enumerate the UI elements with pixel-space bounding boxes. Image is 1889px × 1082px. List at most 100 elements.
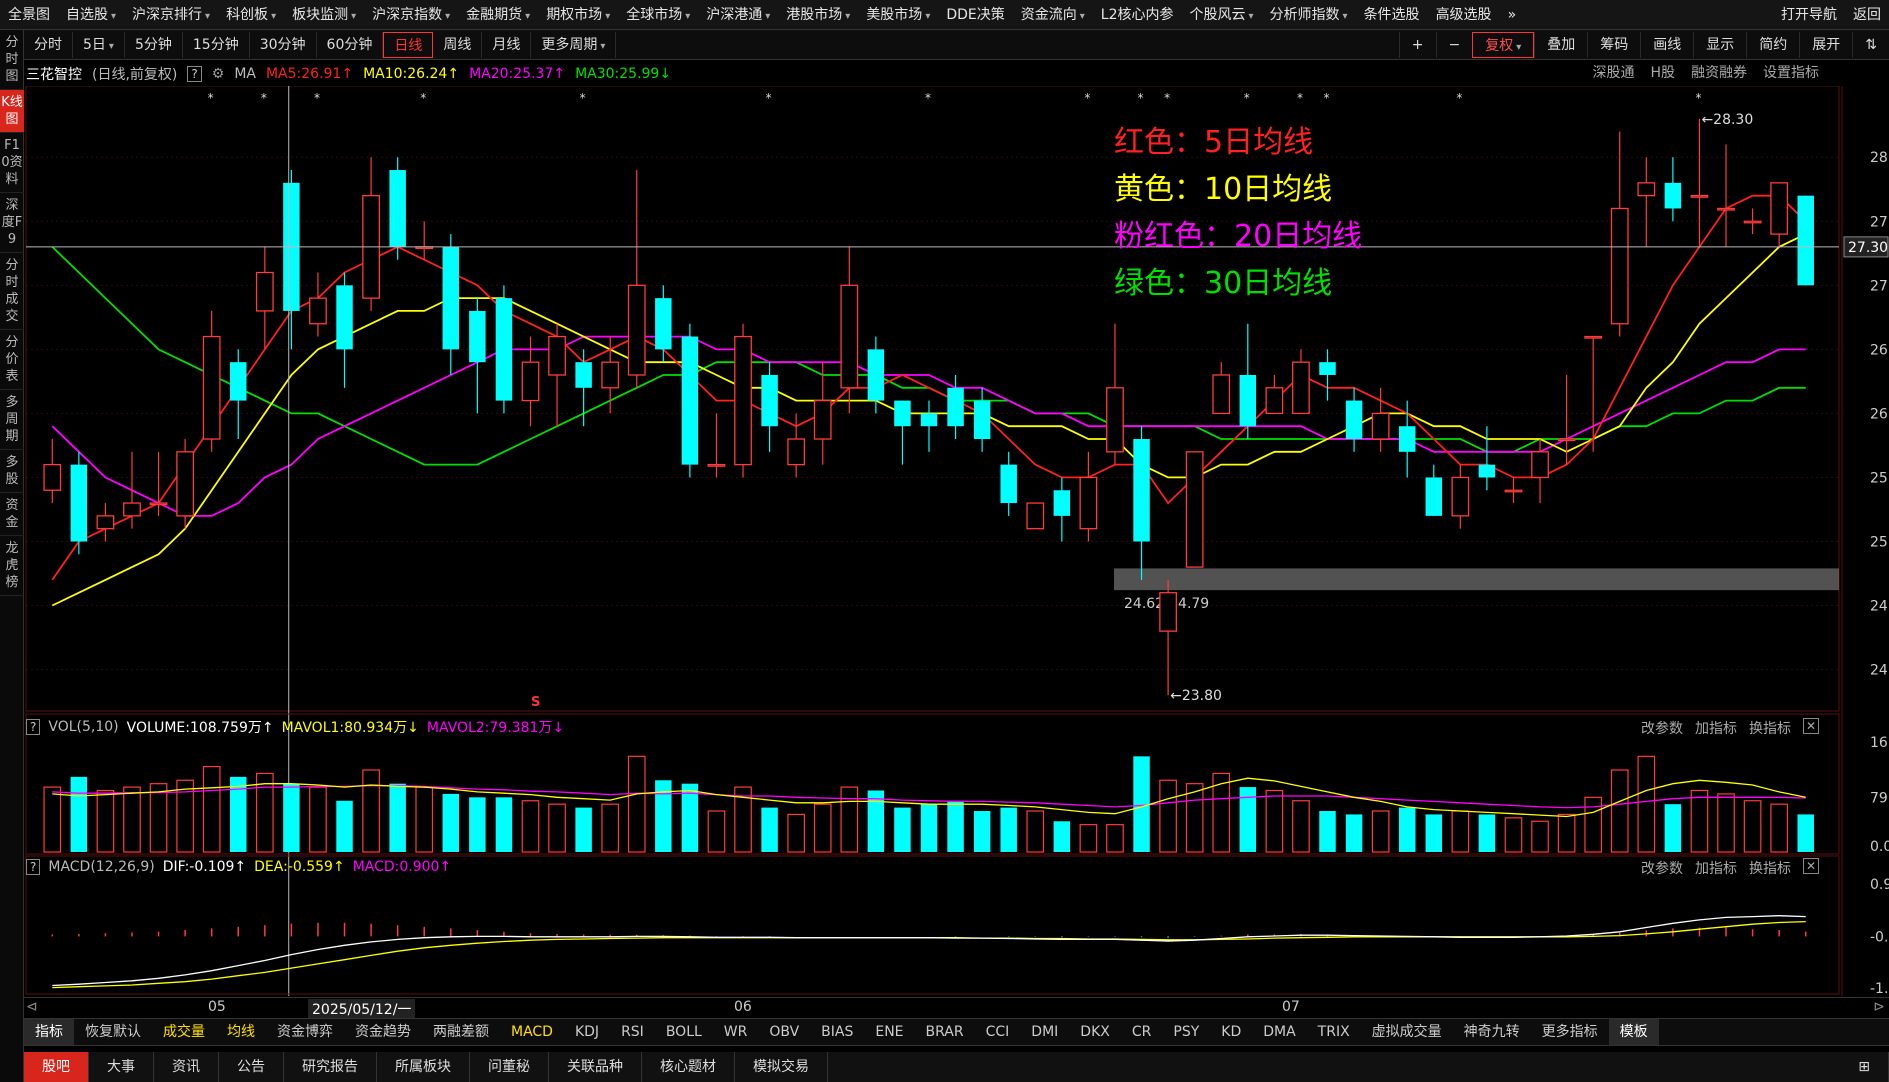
top-menu-item[interactable]: 沪深京排行 bbox=[124, 0, 218, 30]
bottom-tab[interactable]: 大事 bbox=[89, 1052, 154, 1082]
top-menu-item[interactable]: » bbox=[1500, 0, 1525, 30]
bottom-tab[interactable]: 资讯 bbox=[154, 1052, 219, 1082]
bottom-tab[interactable]: 股吧 bbox=[24, 1052, 89, 1082]
top-menu-item[interactable]: 打开导航 bbox=[1773, 0, 1845, 30]
tool-2[interactable]: 复权 bbox=[1472, 31, 1535, 58]
left-tab[interactable]: 分时图 bbox=[0, 30, 24, 90]
top-menu-item[interactable]: 分析师指数 bbox=[1262, 0, 1356, 30]
top-menu-item[interactable]: 金融期货 bbox=[458, 0, 538, 30]
panel-ctrl[interactable]: 改参数 bbox=[1641, 718, 1683, 738]
period-0[interactable]: 分时 bbox=[24, 31, 73, 58]
top-menu-item[interactable]: 沪深京指数 bbox=[364, 0, 458, 30]
top-menu-item[interactable]: 科创板 bbox=[218, 0, 284, 30]
tool-5[interactable]: 画线 bbox=[1640, 31, 1693, 58]
bottom-tab[interactable]: 研究报告 bbox=[284, 1052, 377, 1082]
top-menu-item[interactable]: 返回 bbox=[1845, 0, 1889, 30]
period-9[interactable]: 更多周期 bbox=[531, 31, 617, 58]
top-menu-item[interactable]: 条件选股 bbox=[1356, 0, 1428, 30]
panel-ctrl[interactable]: 换指标 bbox=[1749, 858, 1791, 878]
top-menu-item[interactable]: 自选股 bbox=[58, 0, 124, 30]
panel-ctrl[interactable]: 换指标 bbox=[1749, 718, 1791, 738]
left-tab[interactable]: 深度F9 bbox=[0, 193, 24, 253]
tool-4[interactable]: 筹码 bbox=[1587, 31, 1640, 58]
indicator-16[interactable]: CCI bbox=[975, 1019, 1021, 1045]
indicator-21[interactable]: KD bbox=[1210, 1019, 1252, 1045]
indicator-11[interactable]: WR bbox=[713, 1019, 759, 1045]
help-icon[interactable]: ? bbox=[26, 719, 41, 735]
bottom-tab[interactable]: 所属板块 bbox=[377, 1052, 470, 1082]
indicator-3[interactable]: 均线 bbox=[216, 1019, 266, 1045]
indicator-20[interactable]: PSY bbox=[1162, 1019, 1210, 1045]
indicator-9[interactable]: RSI bbox=[610, 1019, 655, 1045]
period-1[interactable]: 5日 bbox=[73, 31, 125, 58]
indicator-26[interactable]: 更多指标 bbox=[1531, 1019, 1609, 1045]
indicator-23[interactable]: TRIX bbox=[1307, 1019, 1361, 1045]
help-icon[interactable]: ? bbox=[187, 66, 202, 82]
indicator-0[interactable]: 指标 bbox=[24, 1019, 74, 1045]
indicator-1[interactable]: 恢复默认 bbox=[74, 1019, 152, 1045]
left-tab[interactable]: 多股 bbox=[0, 450, 24, 493]
period-5[interactable]: 60分钟 bbox=[317, 31, 384, 58]
indicator-14[interactable]: ENE bbox=[864, 1019, 914, 1045]
indicator-10[interactable]: BOLL bbox=[655, 1019, 713, 1045]
top-menu-item[interactable]: 美股市场 bbox=[858, 0, 938, 30]
left-tab[interactable]: 多周期 bbox=[0, 390, 24, 450]
indicator-22[interactable]: DMA bbox=[1252, 1019, 1306, 1045]
top-menu-item[interactable]: DDE决策 bbox=[938, 0, 1012, 30]
left-tab[interactable]: K线图 bbox=[0, 90, 24, 133]
right-link[interactable]: 深股通 bbox=[1592, 62, 1634, 86]
top-menu-item[interactable]: 全景图 bbox=[0, 0, 58, 30]
indicator-18[interactable]: DKX bbox=[1069, 1019, 1121, 1045]
bottom-tab[interactable]: 模拟交易 bbox=[735, 1052, 828, 1082]
tool-0[interactable]: + bbox=[1398, 31, 1436, 58]
panel-ctrl[interactable]: 改参数 bbox=[1641, 858, 1683, 878]
indicator-25[interactable]: 神奇九转 bbox=[1453, 1019, 1531, 1045]
period-4[interactable]: 30分钟 bbox=[250, 31, 317, 58]
close-icon[interactable]: ✕ bbox=[1803, 718, 1819, 734]
right-link[interactable]: H股 bbox=[1650, 62, 1675, 86]
indicator-12[interactable]: OBV bbox=[758, 1019, 810, 1045]
top-menu-item[interactable]: 个股风云 bbox=[1182, 0, 1262, 30]
top-menu-item[interactable]: L2核心内参 bbox=[1093, 0, 1182, 30]
period-2[interactable]: 5分钟 bbox=[125, 31, 183, 58]
indicator-27[interactable]: 模板 bbox=[1608, 1019, 1659, 1045]
indicator-17[interactable]: DMI bbox=[1020, 1019, 1069, 1045]
indicator-15[interactable]: BRAR bbox=[915, 1019, 975, 1045]
resize-grip-icon[interactable]: ⊞ bbox=[1840, 1052, 1889, 1082]
indicator-7[interactable]: MACD bbox=[500, 1019, 564, 1045]
left-tab[interactable]: 分时成交 bbox=[0, 253, 24, 330]
period-8[interactable]: 月线 bbox=[482, 31, 532, 58]
tool-3[interactable]: 叠加 bbox=[1534, 31, 1587, 58]
top-menu-item[interactable]: 港股市场 bbox=[778, 0, 858, 30]
bottom-tab[interactable]: 关联品种 bbox=[549, 1052, 642, 1082]
left-tab[interactable]: 资金 bbox=[0, 493, 24, 536]
indicator-19[interactable]: CR bbox=[1121, 1019, 1163, 1045]
indicator-24[interactable]: 虚拟成交量 bbox=[1361, 1019, 1453, 1045]
indicator-8[interactable]: KDJ bbox=[564, 1019, 610, 1045]
top-menu-item[interactable]: 资金流向 bbox=[1013, 0, 1093, 30]
left-tab[interactable]: 分价表 bbox=[0, 330, 24, 390]
period-3[interactable]: 15分钟 bbox=[183, 31, 250, 58]
bottom-tab[interactable]: 问董秘 bbox=[470, 1052, 549, 1082]
close-icon[interactable]: ✕ bbox=[1803, 858, 1819, 874]
period-6[interactable]: 日线 bbox=[383, 31, 434, 58]
tool-8[interactable]: 展开 bbox=[1799, 31, 1852, 58]
bottom-tab[interactable]: 核心题材 bbox=[642, 1052, 735, 1082]
top-menu-item[interactable]: 期权市场 bbox=[538, 0, 618, 30]
period-7[interactable]: 周线 bbox=[433, 31, 483, 58]
tool-1[interactable]: − bbox=[1435, 31, 1473, 58]
scroll-right-icon[interactable]: ⊳ bbox=[1873, 999, 1885, 1015]
indicator-4[interactable]: 资金博弈 bbox=[266, 1019, 344, 1045]
panel-ctrl[interactable]: 加指标 bbox=[1695, 718, 1737, 738]
tool-9[interactable]: ⇅ bbox=[1852, 31, 1889, 58]
right-link[interactable]: 设置指标 bbox=[1763, 62, 1819, 86]
top-menu-item[interactable]: 沪深港通 bbox=[698, 0, 778, 30]
left-tab[interactable]: F10资料 bbox=[0, 133, 24, 193]
top-menu-item[interactable]: 高级选股 bbox=[1428, 0, 1500, 30]
tool-6[interactable]: 显示 bbox=[1693, 31, 1746, 58]
help-icon[interactable]: ? bbox=[26, 859, 41, 875]
indicator-13[interactable]: BIAS bbox=[810, 1019, 864, 1045]
right-link[interactable]: 融资融券 bbox=[1691, 62, 1747, 86]
indicator-5[interactable]: 资金趋势 bbox=[344, 1019, 422, 1045]
bottom-tab[interactable]: 公告 bbox=[219, 1052, 284, 1082]
